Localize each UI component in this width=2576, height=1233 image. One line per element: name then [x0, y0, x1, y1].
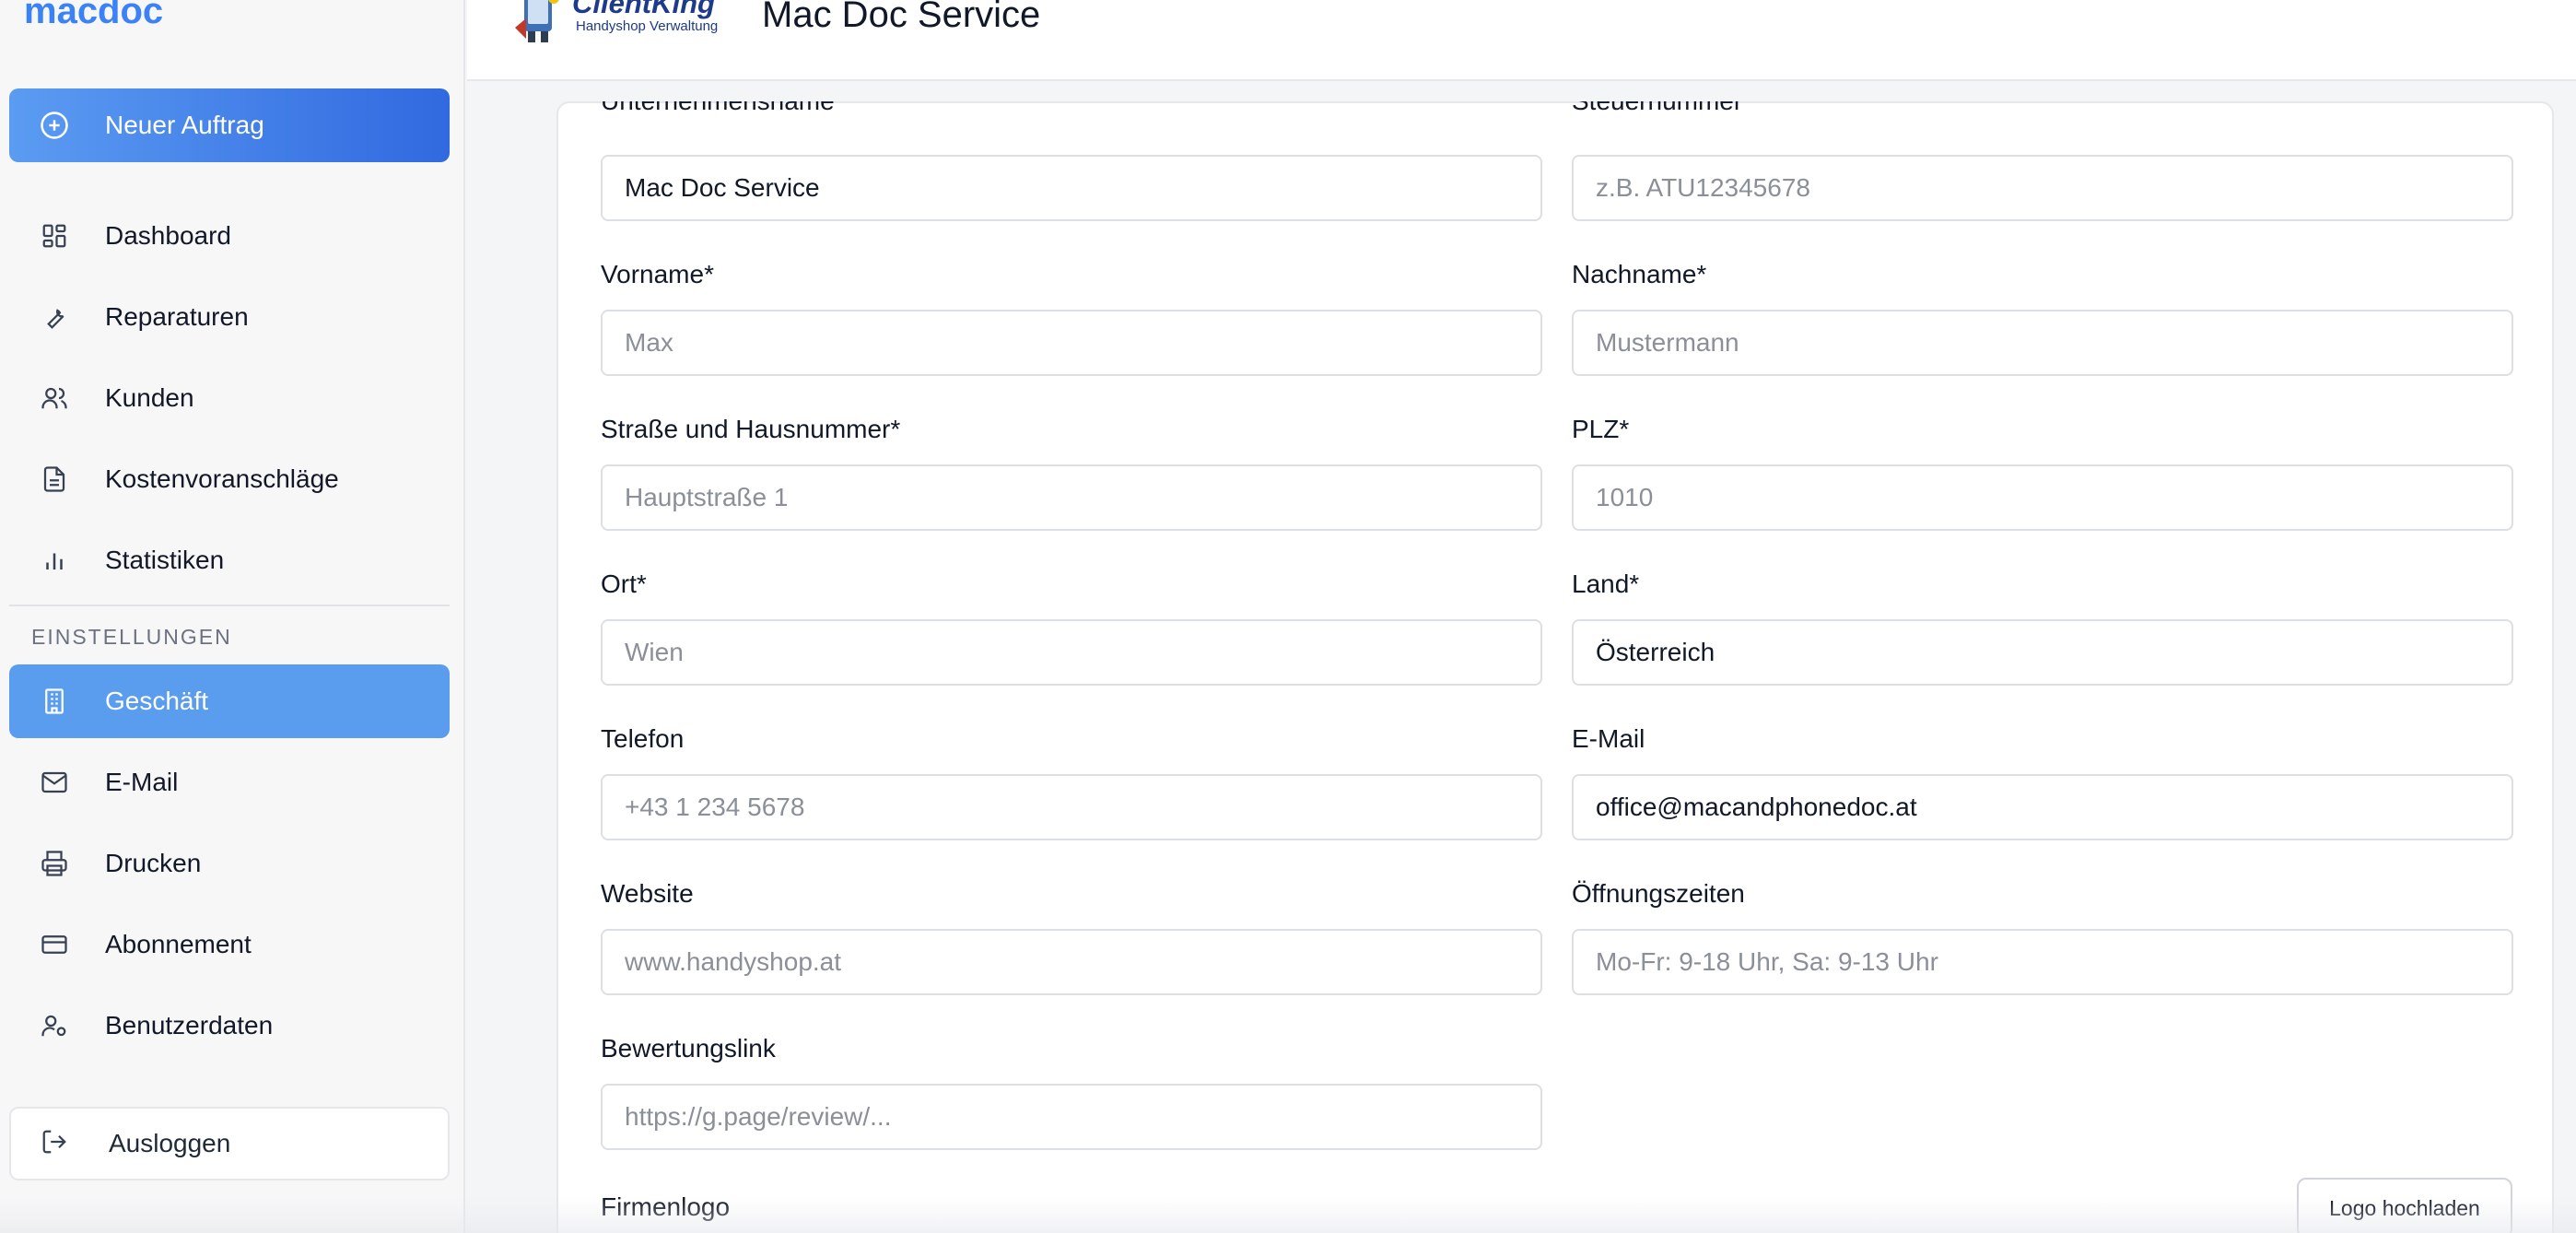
sidebar-item-dashboard[interactable]: Dashboard [9, 199, 450, 273]
user-cog-icon [39, 1010, 70, 1041]
sidebar-item-label: Reparaturen [105, 302, 249, 331]
sidebar-item-drucken[interactable]: Drucken [9, 827, 450, 900]
logout-button[interactable]: Ausloggen [9, 1107, 450, 1180]
firstname-input[interactable]: Max [601, 310, 1542, 376]
firstname-label: Vorname* [601, 260, 714, 288]
settings-section-label: EINSTELLUNGEN [31, 625, 232, 649]
plus-circle-icon [39, 110, 70, 141]
tax-number-input[interactable]: z.B. ATU12345678 [1572, 155, 2513, 221]
clientking-logo[interactable]: ClientKing Handyshop Verwaltung [511, 0, 732, 50]
sidebar-item-kostenvoranschlaege[interactable]: Kostenvoranschläge [9, 442, 450, 516]
lastname-input[interactable]: Mustermann [1572, 310, 2513, 376]
mascot-icon [511, 0, 567, 46]
website-input[interactable]: www.handyshop.at [601, 929, 1542, 995]
bar-chart-icon [39, 545, 70, 576]
sidebar-item-geschaeft[interactable]: Geschäft [9, 664, 450, 738]
page-title: Mac Doc Service [762, 0, 1041, 35]
company-logo-label: Firmenlogo [601, 1192, 731, 1221]
review-link-label: Bewertungslink [601, 1034, 776, 1063]
tax-number-label: Steuernummer [1572, 101, 1742, 123]
mail-icon [39, 767, 70, 798]
new-order-button[interactable]: Neuer Auftrag [9, 88, 450, 162]
company-name-input[interactable]: Mac Doc Service [601, 155, 1542, 221]
header-bar: ClientKing Handyshop Verwaltung Mac Doc … [467, 0, 2576, 81]
logout-label: Ausloggen [109, 1129, 231, 1157]
city-label: Ort* [601, 570, 647, 598]
sidebar-item-label: Drucken [105, 849, 202, 877]
sidebar-item-label: Benutzerdaten [105, 1011, 274, 1039]
building-icon [39, 686, 70, 717]
opening-hours-label: Öffnungszeiten [1572, 879, 1745, 908]
sidebar-item-statistiken[interactable]: Statistiken [9, 523, 450, 597]
users-icon [39, 382, 70, 414]
street-label: Straße und Hausnummer* [601, 415, 901, 443]
sidebar: macdoc Neuer Auftrag Dashboard Reparatur… [0, 0, 465, 1233]
lastname-label: Nachname* [1572, 260, 1707, 288]
sidebar-item-label: Statistiken [105, 546, 225, 574]
sidebar-item-benutzerdaten[interactable]: Benutzerdaten [9, 989, 450, 1063]
opening-hours-input[interactable]: Mo-Fr: 9-18 Uhr, Sa: 9-13 Uhr [1572, 929, 2513, 995]
country-input[interactable]: Österreich [1572, 619, 2513, 686]
review-link-input[interactable]: https://g.page/review/... [601, 1084, 1542, 1150]
sidebar-item-abonnement[interactable]: Abonnement [9, 908, 450, 981]
sidebar-item-label: Abonnement [105, 930, 252, 958]
document-icon [39, 464, 70, 495]
sidebar-item-kunden[interactable]: Kunden [9, 361, 450, 435]
logout-icon [41, 1128, 72, 1159]
logo-subtitle: Handyshop Verwaltung [576, 18, 719, 34]
sidebar-item-label: Kostenvoranschläge [105, 464, 339, 493]
sidebar-item-label: Dashboard [105, 221, 231, 250]
printer-icon [39, 848, 70, 879]
new-order-label: Neuer Auftrag [105, 111, 264, 139]
sidebar-item-reparaturen[interactable]: Reparaturen [9, 280, 450, 354]
company-name-label: Unternehmensname [601, 101, 835, 123]
dashboard-icon [39, 220, 70, 252]
sidebar-item-label: Kunden [105, 383, 194, 412]
logo-title: ClientKing [572, 0, 715, 19]
phone-label: Telefon [601, 724, 685, 753]
wrench-icon [39, 301, 70, 333]
sidebar-item-label: Geschäft [105, 687, 209, 715]
city-input[interactable]: Wien [601, 619, 1542, 686]
street-input[interactable]: Hauptstraße 1 [601, 464, 1542, 531]
sidebar-divider [9, 605, 450, 606]
phone-input[interactable]: +43 1 234 5678 [601, 774, 1542, 840]
sidebar-item-email[interactable]: E-Mail [9, 746, 450, 819]
email-label: E-Mail [1572, 724, 1645, 753]
zip-input[interactable]: 1010 [1572, 464, 2513, 531]
website-label: Website [601, 879, 694, 908]
credit-card-icon [39, 929, 70, 960]
upload-logo-button[interactable]: Logo hochladen [2297, 1178, 2512, 1233]
brand-logo[interactable]: macdoc [24, 0, 163, 32]
sidebar-item-label: E-Mail [105, 768, 179, 796]
email-input[interactable]: office@macandphonedoc.at [1572, 774, 2513, 840]
country-label: Land* [1572, 570, 1640, 598]
zip-label: PLZ* [1572, 415, 1630, 443]
